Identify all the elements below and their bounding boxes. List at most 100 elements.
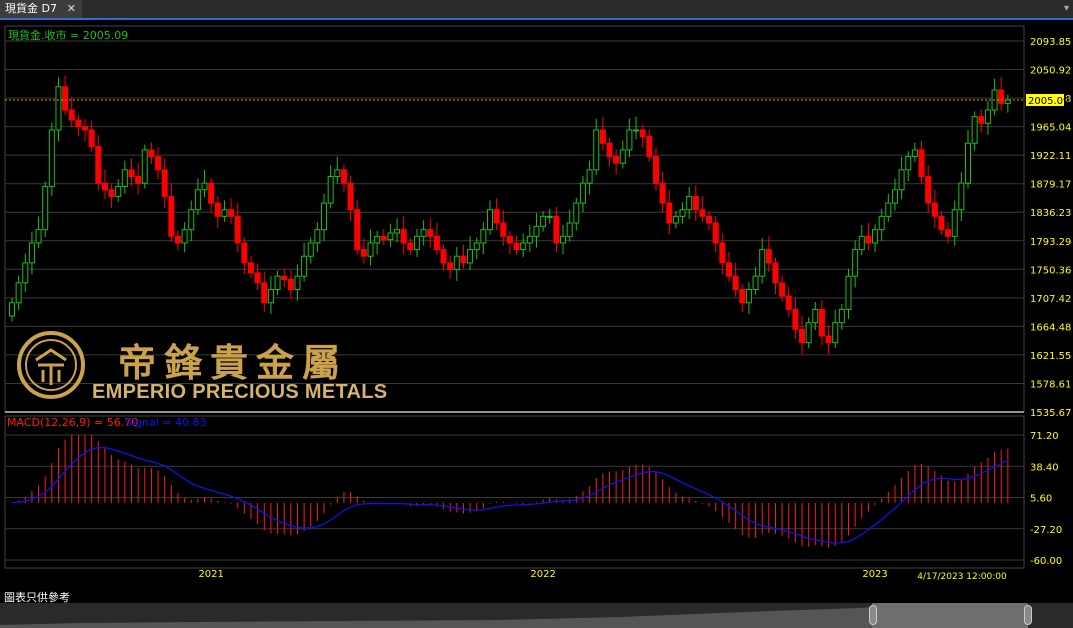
candle-body (334, 169, 341, 177)
candle-body (141, 149, 148, 184)
candle-body (208, 182, 215, 204)
candle-body (739, 288, 746, 304)
logo-chinese-name: 帝鋒貴金屬 (118, 340, 349, 385)
candle-body (891, 189, 898, 204)
macd-axis-tick-label: 5.60 (1030, 494, 1052, 505)
logo-emblem-icon (17, 331, 85, 399)
candle-body (115, 185, 122, 197)
candle-body (374, 235, 381, 244)
candle-body (214, 202, 221, 217)
candle-body (772, 262, 779, 284)
price-axis-tick-label: 1879.17 (1030, 180, 1071, 191)
tab-chart[interactable]: 現貨金 D7 ✕ (0, 0, 82, 18)
candle-body (971, 116, 978, 144)
candle-body (321, 202, 328, 231)
candle-body (108, 189, 115, 197)
candle-body (88, 129, 95, 148)
candle-body (387, 232, 394, 241)
candle-body (560, 235, 567, 244)
price-axis-tick-label: 2050.92 (1030, 66, 1071, 77)
price-axis-tick-label: 1578.61 (1030, 379, 1071, 390)
signal-legend: Signal = 40.83 (125, 416, 207, 429)
candle-body (42, 185, 49, 231)
candle-body (75, 119, 82, 128)
candle-body (838, 308, 845, 324)
candle-body (911, 149, 918, 158)
price-axis-tick-label: 1922.11 (1030, 151, 1071, 162)
scrollbar-left-handle[interactable] (869, 605, 877, 625)
candle-body (301, 255, 308, 277)
candle-body (925, 175, 932, 204)
candle-body (633, 129, 640, 132)
price-axis-tick-label: 1750.36 (1030, 265, 1071, 276)
candle-body (865, 235, 872, 244)
price-chart[interactable]: 2093.852050.922007.981965.041922.111879.… (0, 20, 1073, 588)
candle-body (82, 126, 89, 131)
candle-body (360, 249, 367, 257)
candle-body (732, 275, 739, 290)
candle-body (467, 249, 474, 264)
candle-body (706, 215, 713, 224)
candle-body (287, 279, 294, 290)
candle-body (759, 249, 766, 277)
candle-body (672, 215, 679, 224)
candle-body (135, 175, 142, 184)
candle-body (407, 242, 414, 251)
candle-body (500, 222, 507, 237)
candle-body (274, 275, 281, 290)
candle-body (898, 169, 905, 191)
candle-body (15, 282, 22, 304)
timeline-scrollbar[interactable] (0, 603, 1073, 628)
candle-body (473, 242, 480, 251)
price-axis-tick-label: 1664.48 (1030, 322, 1071, 333)
candle-body (354, 209, 361, 251)
candle-body (168, 195, 175, 237)
last-date-label: 4/17/2023 12:00:00 (917, 572, 1007, 582)
candle-body (852, 249, 859, 277)
candle-body (712, 222, 719, 244)
price-axis-tick-label: 1965.04 (1030, 123, 1071, 134)
scrollbar-overview (0, 603, 1028, 628)
candle-body (453, 255, 460, 271)
candle-body (121, 169, 128, 187)
candle-body (128, 169, 135, 177)
candle-body (765, 249, 772, 264)
candle-body (480, 229, 487, 244)
candle-body (155, 156, 162, 171)
candle-body (440, 249, 447, 264)
candle-body (181, 229, 188, 244)
close-icon[interactable]: ✕ (67, 0, 76, 18)
candle-body (394, 229, 401, 234)
candle-body (858, 235, 865, 251)
candle-body (666, 202, 673, 224)
candle-body (506, 235, 513, 244)
macd-legend: MACD(12,26,9) = 56.70 (7, 416, 138, 429)
candle-body (340, 169, 347, 184)
candle-body (965, 142, 971, 184)
candle-body (726, 262, 732, 277)
candle-body (327, 175, 334, 204)
candle-body (613, 156, 620, 164)
x-axis-tick-label: 2022 (530, 569, 555, 580)
macd-axis-tick-label: 38.40 (1030, 462, 1059, 473)
candle-body (951, 209, 958, 237)
candle-body (812, 308, 819, 324)
candle-body (606, 142, 613, 158)
chevron-down-icon[interactable]: ▾ (1064, 3, 1069, 14)
candle-body (825, 335, 832, 344)
candle-body (566, 222, 573, 237)
candle-body (945, 229, 952, 237)
candle-body (872, 229, 879, 244)
candle-body (62, 86, 69, 111)
candle-body (28, 242, 35, 264)
tab-title: 現貨金 D7 (5, 2, 57, 15)
price-axis-tick-label: 1793.29 (1030, 237, 1071, 248)
candle-body (579, 182, 586, 204)
candle-body (540, 215, 547, 227)
candle-body (546, 215, 553, 218)
candle-body (646, 136, 653, 158)
candle-body (719, 242, 726, 264)
logo-english-name: EMPERIO PRECIOUS METALS (92, 381, 388, 403)
candle-body (885, 202, 892, 217)
scrollbar-right-handle[interactable] (1024, 605, 1032, 625)
